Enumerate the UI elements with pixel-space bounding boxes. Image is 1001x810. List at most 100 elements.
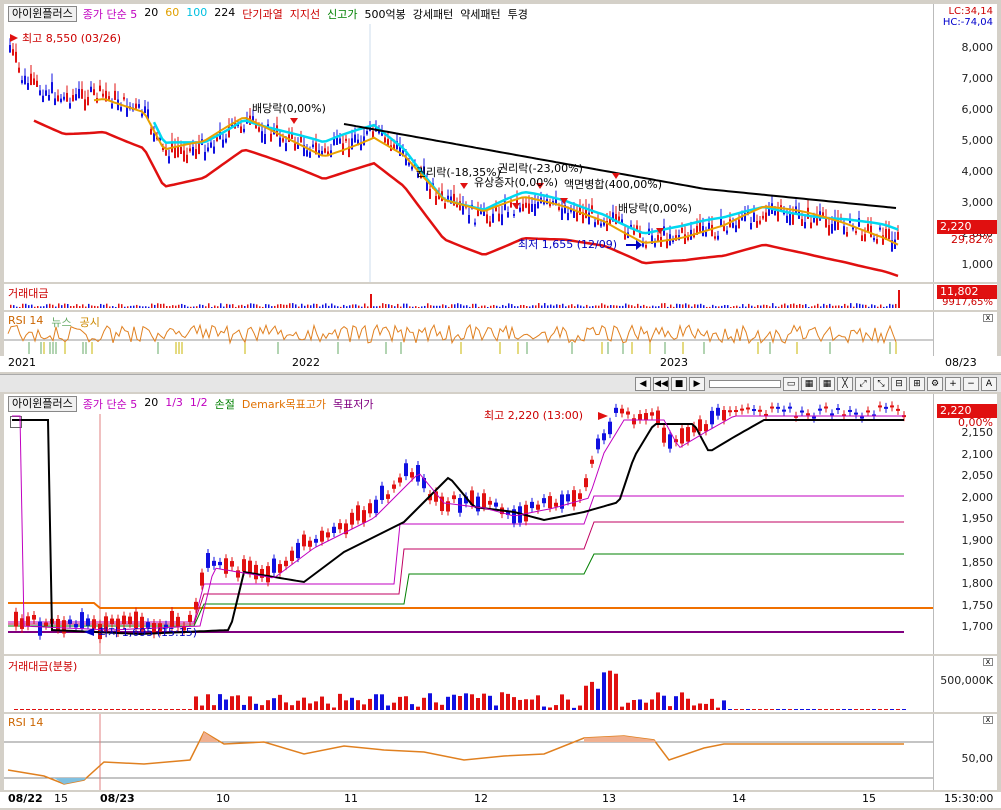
volume-bar	[151, 303, 153, 308]
candle-body	[873, 237, 875, 241]
candle-body	[848, 409, 852, 412]
volume-spike	[370, 294, 372, 308]
volume-bar	[562, 303, 564, 308]
bottom-rsi-panel: RSI 14 50,00 x	[4, 714, 997, 790]
close-pane-icon-3[interactable]: x	[983, 716, 993, 724]
volume-bar	[211, 306, 213, 308]
y-tick: 6,000	[961, 103, 994, 116]
candle-body	[9, 45, 11, 53]
candle-body	[522, 203, 524, 212]
candle-body	[855, 231, 857, 234]
candle-body	[170, 611, 174, 628]
stop-button[interactable]: ■	[671, 376, 687, 391]
hc-value: HC:-74,04	[942, 17, 993, 28]
volume-bar	[613, 305, 615, 308]
candle-body	[302, 534, 306, 547]
volume-bar	[397, 303, 399, 308]
candle-body	[230, 561, 234, 567]
volume-bar	[298, 306, 300, 308]
minute-volume-bar	[872, 709, 876, 710]
volume-bar	[886, 306, 888, 308]
volume-bar	[697, 304, 699, 308]
candle-body	[588, 212, 590, 225]
text-icon[interactable]: A	[981, 376, 997, 391]
chart-icon[interactable]: ╳	[837, 376, 853, 391]
zoom-out-icon[interactable]: −	[963, 376, 979, 391]
tile-icon[interactable]: ▦	[801, 376, 817, 391]
candle-body	[489, 221, 491, 227]
candle-body	[843, 226, 845, 235]
play-button[interactable]: ▶	[689, 376, 705, 391]
volume-bar	[424, 305, 426, 308]
volume-bar	[829, 303, 831, 308]
minute-volume-bar	[674, 696, 678, 710]
rights-annotation-2: 권리락(-23,00%)	[498, 162, 583, 175]
volume-bar	[118, 303, 120, 308]
volume-bar	[196, 306, 198, 308]
minute-volume-bar	[320, 696, 324, 710]
zoom-in-icon[interactable]: +	[945, 376, 961, 391]
volume-bar	[358, 305, 360, 308]
close-pane-icon[interactable]: x	[983, 314, 993, 322]
candle-body	[195, 149, 197, 159]
candle-body	[828, 225, 830, 236]
volume-bar	[826, 305, 828, 308]
rewind-button[interactable]: ◀◀	[653, 376, 669, 391]
scroll-left-button[interactable]: ◀	[635, 376, 651, 391]
volume-bar	[490, 305, 492, 308]
minute-volume-bar	[686, 698, 690, 710]
minute-volume-bar	[344, 700, 348, 710]
minute-volume-bar	[266, 700, 270, 710]
minute-volume-bar	[500, 692, 504, 710]
layout-icon[interactable]: ⊞	[909, 376, 925, 391]
minute-volume-bar	[584, 685, 588, 710]
volume-bar	[442, 304, 444, 308]
date-11: 11	[344, 792, 358, 805]
volume-bar	[139, 305, 141, 308]
close-pane-icon-2[interactable]: x	[983, 658, 993, 666]
minute-volume-bar	[518, 699, 522, 710]
volume-bar	[541, 305, 543, 308]
volume-bar	[751, 305, 753, 308]
expand-icon[interactable]: ⤢	[855, 376, 871, 391]
y-tick: 1,800	[961, 577, 994, 591]
volume-bar	[331, 303, 333, 308]
minute-volume-bar	[32, 709, 36, 710]
volume-bar	[481, 305, 483, 308]
y-tick: 4,000	[961, 165, 994, 178]
zoom-slider[interactable]	[709, 379, 781, 388]
settings-icon[interactable]: ⚙	[927, 376, 943, 391]
volume-bar	[667, 306, 669, 308]
candle-body	[578, 493, 582, 499]
minute-volume-bar	[902, 709, 906, 710]
shrink-icon[interactable]: ⤡	[873, 376, 889, 391]
candle-body	[888, 229, 890, 240]
volume-bar	[445, 305, 447, 308]
candle-body	[368, 503, 372, 514]
volume-bar	[160, 303, 162, 308]
window-icon[interactable]: ▭	[783, 376, 799, 391]
candle-body	[492, 213, 494, 223]
candle-body	[308, 540, 312, 547]
candle-body	[54, 98, 56, 106]
minute-volume-bar	[176, 709, 180, 710]
volume-bar	[307, 304, 309, 308]
y-tick: 2,100	[961, 447, 994, 461]
candle-body	[120, 107, 122, 111]
split-icon[interactable]: ⊟	[891, 376, 907, 391]
candle-body	[80, 612, 84, 629]
volume-bar	[244, 306, 246, 308]
volume-bar	[451, 304, 453, 308]
candle-body	[704, 424, 708, 432]
grid-icon[interactable]: ▦	[819, 376, 835, 391]
minute-volume-bar	[452, 694, 456, 710]
volume-bar	[382, 303, 384, 308]
top-price-chart[interactable]: 최고 8,550 (03/26)배당락(0,00%)권리락(-18,35%)권리…	[4, 4, 934, 282]
volume-bar	[334, 305, 336, 308]
bottom-price-chart[interactable]: 최고 2,220 (13:00) 최저 1,695 (15:15)	[4, 394, 934, 654]
candle-body	[285, 143, 287, 152]
minute-volume-bar	[776, 709, 780, 710]
volume-bar	[694, 304, 696, 308]
y-tick: 8,000	[961, 41, 994, 54]
volume-bar	[157, 303, 159, 308]
